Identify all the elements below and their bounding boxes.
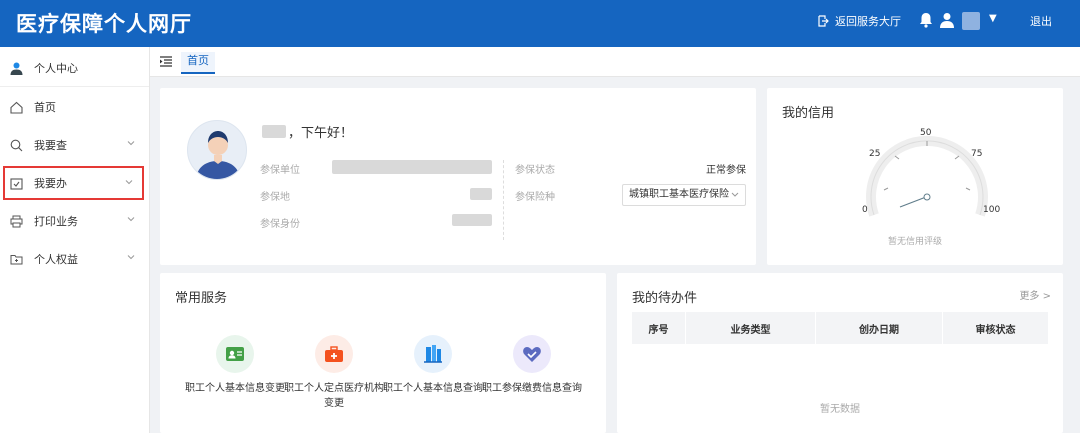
todo-card: 我的待办件 更多 > 序号 业务类型 创办日期 审核状态 暂无数据 bbox=[617, 273, 1063, 433]
todo-title: 我的待办件 bbox=[632, 291, 698, 306]
column-header: 业务类型 bbox=[686, 312, 816, 344]
insured-status-value: 正常参保 bbox=[706, 165, 746, 176]
chevron-down-icon bbox=[127, 141, 135, 146]
service-icon-bg bbox=[414, 335, 452, 373]
service-label: 职工个人基本信息变更 bbox=[185, 383, 285, 394]
handle-icon bbox=[9, 176, 23, 190]
chevron-down-icon bbox=[127, 255, 135, 260]
sidebar-personal-center[interactable]: 个人中心 bbox=[0, 49, 149, 87]
service-basic-info-change[interactable]: 职工个人基本信息变更 bbox=[185, 335, 285, 396]
gauge-label-100: 100 bbox=[983, 205, 1001, 215]
sidebar: 个人中心 首页 我要查 我要办 打印业务 个人权益 bbox=[0, 47, 150, 433]
printer-icon bbox=[9, 214, 23, 228]
empty-state: 暂无数据 bbox=[820, 404, 860, 415]
folder-icon bbox=[9, 252, 23, 266]
greeting: ，下午好！ bbox=[262, 122, 353, 141]
service-icon-bg bbox=[315, 335, 353, 373]
insured-place-label: 参保地 bbox=[260, 192, 290, 203]
column-header: 审核状态 bbox=[975, 324, 1016, 336]
todo-table-header: 序号 业务类型 创办日期 审核状态 bbox=[632, 312, 1048, 344]
chevron-down-icon bbox=[125, 180, 133, 185]
gauge-label-0: 0 bbox=[862, 205, 868, 215]
services-title: 常用服务 bbox=[175, 291, 228, 306]
app-title: 医疗保障个人网厅 bbox=[16, 12, 192, 36]
top-header: 医疗保障个人网厅 返回服务大厅 ▼ 退出 bbox=[0, 0, 1080, 47]
chevron-down-icon bbox=[127, 217, 135, 222]
divider bbox=[0, 86, 149, 87]
service-contribution-query[interactable]: 职工参保缴费信息查询 bbox=[482, 335, 582, 396]
service-label: 职工个人定点医疗机构变更 bbox=[284, 383, 384, 409]
return-label: 返回服务大厅 bbox=[835, 15, 901, 28]
sidebar-item-handle[interactable]: 我要办 bbox=[3, 166, 144, 200]
service-designated-medical-change[interactable]: 职工个人定点医疗机构变更 bbox=[284, 335, 384, 411]
no-credit-rating: 暂无信用评级 bbox=[887, 237, 942, 247]
service-icon-bg bbox=[216, 335, 254, 373]
heart-check-icon bbox=[523, 347, 541, 362]
insurance-type-select[interactable]: 城镇职工基本医疗保险 bbox=[622, 184, 746, 206]
sidebar-item-label: 首页 bbox=[34, 101, 56, 114]
home-icon bbox=[9, 100, 23, 114]
gauge-label-25: 25 bbox=[869, 149, 881, 159]
id-card-icon bbox=[226, 347, 244, 361]
service-label: 职工参保缴费信息查询 bbox=[482, 383, 582, 394]
insured-status-label: 参保状态 bbox=[515, 165, 555, 176]
logout-button[interactable]: 退出 bbox=[1030, 13, 1052, 29]
profile-card: ，下午好！ 参保单位 参保地 参保身份 参保状态 正常参保 参保险种 城镇职工基… bbox=[160, 88, 756, 265]
medical-kit-icon bbox=[325, 345, 343, 362]
exit-icon bbox=[818, 15, 829, 27]
insurance-type-label: 参保险种 bbox=[515, 192, 555, 203]
service-basic-info-query[interactable]: 职工个人基本信息查询 bbox=[383, 335, 483, 396]
credit-card: 我的信用 0 25 50 75 100 暂无信用评级 bbox=[767, 88, 1063, 265]
sidebar-item-print[interactable]: 打印业务 bbox=[0, 202, 149, 240]
sidebar-item-label: 个人中心 bbox=[34, 62, 78, 75]
more-link[interactable]: 更多 > bbox=[1019, 287, 1051, 302]
column-header: 序号 bbox=[632, 312, 686, 344]
user-avatar[interactable] bbox=[962, 12, 980, 30]
insured-unit-redacted bbox=[332, 160, 492, 174]
sidebar-item-home[interactable]: 首页 bbox=[0, 88, 149, 126]
credit-gauge bbox=[866, 135, 988, 217]
credit-title: 我的信用 bbox=[782, 106, 835, 121]
tab-home[interactable]: 首页 bbox=[181, 52, 215, 74]
insured-identity-redacted bbox=[452, 214, 492, 226]
sidebar-item-label: 我要查 bbox=[34, 139, 67, 152]
bell-icon[interactable] bbox=[919, 12, 933, 28]
username-redacted bbox=[262, 125, 286, 138]
gauge-label-75: 75 bbox=[971, 149, 983, 159]
service-label: 职工个人基本信息查询 bbox=[383, 383, 483, 394]
building-icon bbox=[424, 345, 442, 363]
person-icon bbox=[9, 61, 23, 75]
divider bbox=[503, 160, 504, 240]
chevron-down-icon bbox=[731, 192, 739, 197]
return-service-hall-link[interactable]: 返回服务大厅 bbox=[818, 13, 901, 29]
greeting-text: ，下午好！ bbox=[288, 126, 354, 141]
menu-fold-icon[interactable] bbox=[160, 56, 172, 67]
chevron-down-icon[interactable]: ▼ bbox=[989, 13, 997, 24]
sidebar-item-label: 打印业务 bbox=[34, 215, 78, 228]
sidebar-item-label: 个人权益 bbox=[34, 253, 78, 266]
sidebar-item-query[interactable]: 我要查 bbox=[0, 126, 149, 164]
user-icon[interactable] bbox=[940, 12, 954, 28]
services-card: 常用服务 职工个人基本信息变更 职工个人定点医疗机构变更 职工个人基本信息查询 … bbox=[160, 273, 606, 433]
sidebar-item-rights[interactable]: 个人权益 bbox=[0, 240, 149, 278]
search-icon bbox=[9, 138, 23, 152]
insurance-type-value: 城镇职工基本医疗保险 bbox=[629, 189, 729, 200]
tab-bar: 首页 bbox=[150, 47, 1080, 77]
gauge-label-50: 50 bbox=[920, 128, 932, 138]
insured-place-redacted bbox=[470, 188, 492, 200]
sidebar-item-label: 我要办 bbox=[34, 177, 67, 190]
insured-unit-label: 参保单位 bbox=[260, 165, 300, 176]
insured-identity-label: 参保身份 bbox=[260, 219, 300, 230]
avatar bbox=[187, 120, 247, 180]
column-header: 创办日期 bbox=[816, 312, 943, 344]
service-icon-bg bbox=[513, 335, 551, 373]
